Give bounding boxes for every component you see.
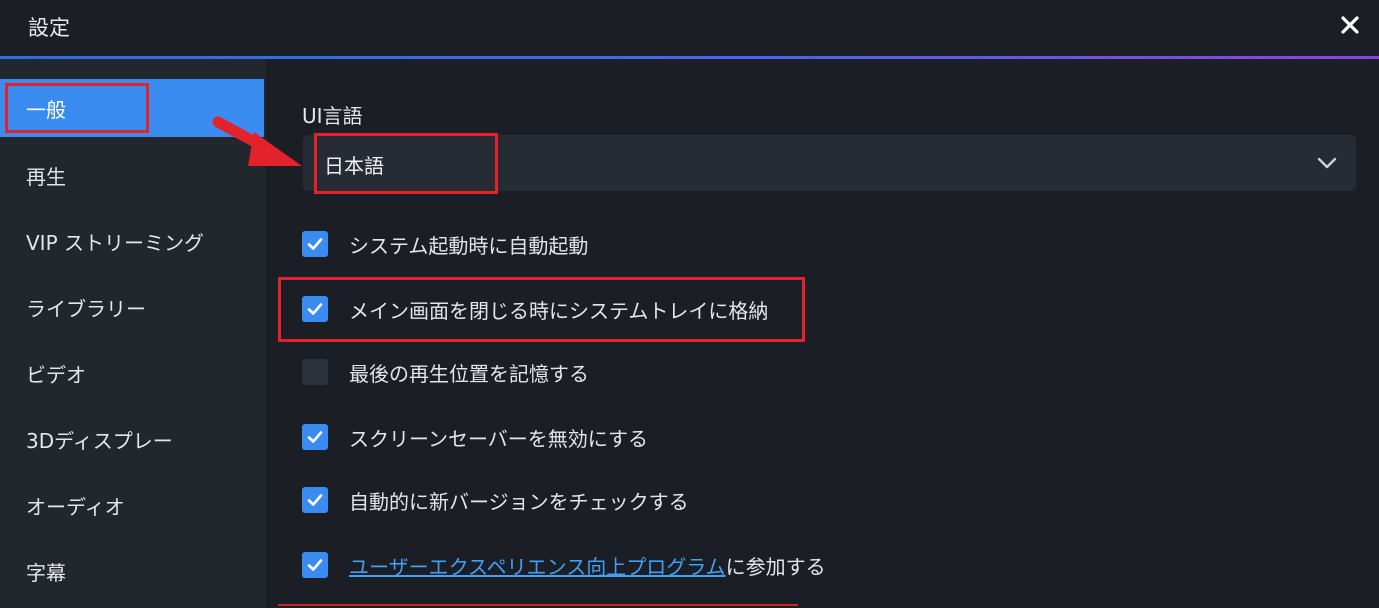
sidebar-item-label: VIP ストリーミング bbox=[26, 230, 204, 255]
option-disable-screensaver[interactable]: スクリーンセーバーを無効にする bbox=[302, 422, 648, 452]
option-label: ユーザーエクスペリエンス向上プログラムに参加する bbox=[349, 551, 826, 580]
red-arrow-icon bbox=[212, 116, 302, 166]
checkmark-icon bbox=[307, 303, 323, 315]
option-ux-program[interactable]: ユーザーエクスペリエンス向上プログラムに参加する bbox=[302, 550, 826, 580]
sidebar-item-library[interactable]: ライブラリー bbox=[0, 278, 266, 336]
ui-language-label: UI言語 bbox=[302, 104, 363, 128]
ui-language-dropdown[interactable]: 日本語 bbox=[303, 135, 1356, 191]
sidebar-item-label: 3Dディスプレー bbox=[26, 428, 173, 453]
sidebar-item-label: オーディオ bbox=[26, 494, 125, 519]
sidebar-item-label: 再生 bbox=[26, 164, 66, 189]
chevron-down-icon bbox=[1317, 157, 1337, 169]
option-minimize-to-tray[interactable]: メイン画面を閉じる時にシステムトレイに格納 bbox=[302, 294, 768, 324]
option-remember-position[interactable]: 最後の再生位置を記憶する bbox=[302, 357, 589, 387]
option-label: システム起動時に自動起動 bbox=[349, 233, 589, 258]
checkbox-ux-program[interactable] bbox=[302, 552, 328, 578]
option-label: 最後の再生位置を記憶する bbox=[349, 361, 589, 386]
checkbox-remember-position[interactable] bbox=[302, 359, 328, 385]
sidebar-item-label: 字幕 bbox=[26, 560, 66, 585]
sidebar-item-video[interactable]: ビデオ bbox=[0, 344, 266, 402]
option-label: スクリーンセーバーを無効にする bbox=[349, 426, 648, 451]
option-check-updates[interactable]: 自動的に新バージョンをチェックする bbox=[302, 485, 689, 515]
ux-program-link[interactable]: ユーザーエクスペリエンス向上プログラム bbox=[349, 555, 726, 579]
checkmark-icon bbox=[307, 559, 323, 571]
sidebar-item-vip-streaming[interactable]: VIP ストリーミング bbox=[0, 212, 266, 270]
sidebar-item-3d-display[interactable]: 3Dディスプレー bbox=[0, 410, 266, 468]
sidebar-item-label: ライブラリー bbox=[26, 296, 146, 321]
checkbox-minimize-to-tray[interactable] bbox=[302, 296, 328, 322]
option-label: 自動的に新バージョンをチェックする bbox=[349, 489, 689, 514]
option-auto-start[interactable]: システム起動時に自動起動 bbox=[302, 229, 588, 259]
title-bar: 設定 bbox=[0, 0, 1379, 56]
sidebar-item-label: ビデオ bbox=[26, 362, 86, 387]
ui-language-value: 日本語 bbox=[324, 154, 384, 178]
sidebar-item-subtitles[interactable]: 字幕 bbox=[0, 542, 266, 600]
sidebar-item-audio[interactable]: オーディオ bbox=[0, 476, 266, 534]
highlight-box-bottom-edge bbox=[278, 604, 798, 606]
checkbox-disable-screensaver[interactable] bbox=[302, 424, 328, 450]
checkbox-check-updates[interactable] bbox=[302, 487, 328, 513]
ux-program-suffix: に参加する bbox=[725, 554, 826, 579]
option-label: メイン画面を閉じる時にシステムトレイに格納 bbox=[349, 298, 769, 323]
window-title: 設定 bbox=[28, 16, 70, 40]
checkmark-icon bbox=[307, 238, 323, 250]
checkbox-auto-start[interactable] bbox=[302, 231, 328, 257]
close-button[interactable] bbox=[1333, 8, 1367, 42]
checkmark-icon bbox=[307, 494, 323, 506]
checkmark-icon bbox=[307, 431, 323, 443]
sidebar-item-label: 一般 bbox=[26, 97, 66, 122]
close-icon bbox=[1341, 16, 1359, 34]
